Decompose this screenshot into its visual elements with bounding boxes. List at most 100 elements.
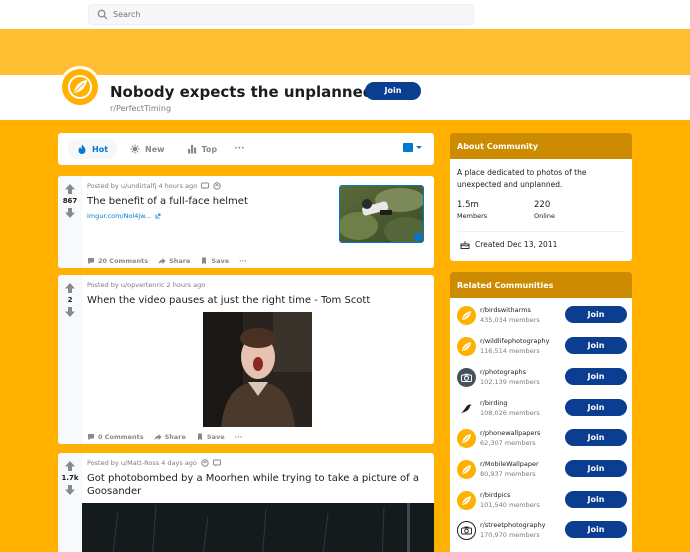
post-meta: Posted by u/Matt-Ross 4 days ago: [87, 459, 428, 467]
photo-image: [82, 503, 434, 552]
save-label: Save: [211, 257, 230, 265]
upvote-icon[interactable]: [64, 183, 76, 195]
vote-column: 2: [58, 275, 82, 444]
upvote-icon[interactable]: [64, 282, 76, 294]
related-community-item[interactable]: r/birdpics 101,540 members Join: [450, 486, 632, 517]
search-bar[interactable]: [88, 4, 474, 25]
comments-button[interactable]: 20 Comments: [87, 257, 148, 265]
related-community-item[interactable]: r/streetphotography 170,970 members Join: [450, 516, 632, 547]
comments-label: 0 Comments: [98, 433, 144, 441]
comment-icon: [88, 434, 94, 441]
post-title[interactable]: Got photobombed by a Moorhen while tryin…: [87, 472, 428, 498]
post-meta-text: Posted by u/opvertenric 2 hours ago: [87, 281, 206, 289]
community-name[interactable]: r/streetphotography: [480, 521, 546, 529]
post-card[interactable]: 867 Posted by u/undirtalfj 4 hours ago T…: [58, 176, 434, 268]
related-community-item[interactable]: r/phonewallpapers 62,307 members Join: [450, 424, 632, 455]
share-button[interactable]: Share: [154, 433, 186, 441]
tab-hot[interactable]: Hot: [68, 139, 118, 159]
view-toggle[interactable]: [403, 143, 422, 152]
thumbnail-image: [340, 186, 423, 242]
related-community-item[interactable]: r/wildlifephotography 116,514 members Jo…: [450, 332, 632, 363]
search-input[interactable]: [113, 10, 453, 19]
join-button[interactable]: Join: [565, 491, 627, 508]
tab-top[interactable]: Top: [178, 139, 227, 159]
join-button[interactable]: Join: [565, 306, 627, 323]
bookmark-icon: [197, 433, 202, 441]
leaf-icon: [68, 75, 92, 99]
leaf-icon: [457, 306, 476, 325]
downvote-icon[interactable]: [64, 484, 76, 496]
leaf-icon: [457, 429, 476, 448]
community-name[interactable]: r/photographs: [480, 368, 526, 376]
save-button[interactable]: Save: [196, 433, 225, 441]
join-button[interactable]: Join: [565, 460, 627, 477]
related-community-item[interactable]: r/MobileWallpaper 80,937 members Join: [450, 455, 632, 486]
community-name: r/PerfectTiming: [110, 104, 172, 113]
about-heading: About Community: [450, 133, 632, 159]
join-button[interactable]: Join: [365, 82, 421, 100]
leaf-icon: [457, 337, 476, 356]
about-community-card: About Community A place dedicated to pho…: [450, 133, 632, 261]
tab-new[interactable]: New: [121, 139, 174, 159]
post-thumbnail[interactable]: [339, 185, 424, 243]
community-banner: [0, 29, 690, 75]
share-button[interactable]: Share: [158, 257, 190, 265]
post-body: Posted by u/Matt-Ross 4 days ago Got pho…: [82, 453, 434, 552]
vote-count: 2: [67, 296, 73, 304]
top-header: [0, 0, 690, 29]
community-members: 62,307 members: [480, 439, 536, 447]
join-button[interactable]: Join: [565, 429, 627, 446]
post-actions: 20 Comments Share Save ···: [87, 257, 257, 265]
community-name[interactable]: r/birdswitharms: [480, 306, 531, 314]
page-title: Nobody expects the unplanned: [110, 83, 374, 101]
more-options-button[interactable]: ···: [235, 433, 242, 441]
created-text: Created Dec 13, 2011: [475, 240, 558, 249]
vote-column: 1.7k: [58, 453, 82, 552]
vote-count: 867: [62, 197, 78, 205]
community-members: 116,514 members: [480, 347, 540, 355]
community-name[interactable]: r/phonewallpapers: [480, 429, 540, 437]
join-button[interactable]: Join: [565, 521, 627, 538]
sparkle-icon: [130, 144, 140, 154]
community-header: Nobody expects the unplanned r/PerfectTi…: [0, 66, 690, 120]
post-card[interactable]: 1.7k Posted by u/Matt-Ross 4 days ago Go…: [58, 453, 434, 552]
more-options-button[interactable]: ···: [239, 257, 246, 265]
post-title[interactable]: When the video pauses at just the right …: [87, 294, 428, 307]
post-card[interactable]: 2 Posted by u/opvertenric 2 hours ago Wh…: [58, 275, 434, 444]
members-label: Members: [457, 212, 488, 220]
related-community-item[interactable]: r/birding 108,026 members Join: [450, 394, 632, 425]
members-count: 1.5m: [457, 200, 479, 210]
bird-icon: [457, 399, 476, 418]
join-button[interactable]: Join: [565, 368, 627, 385]
tab-top-label: Top: [201, 144, 218, 154]
leaf-icon: [457, 491, 476, 510]
downvote-icon[interactable]: [64, 306, 76, 318]
sort-more-button[interactable]: ···: [234, 144, 244, 154]
post-image[interactable]: [82, 503, 434, 552]
community-name[interactable]: r/wildlifephotography: [480, 337, 549, 345]
community-name[interactable]: r/birdpics: [480, 491, 510, 499]
award-icon: [201, 459, 209, 467]
tab-new-label: New: [145, 144, 165, 154]
downvote-icon[interactable]: [64, 207, 76, 219]
online-count: 220: [534, 200, 551, 210]
street-camera-icon: [457, 521, 476, 540]
upvote-icon[interactable]: [64, 460, 76, 472]
community-name[interactable]: r/MobileWallpaper: [480, 460, 539, 468]
comments-button[interactable]: 0 Comments: [87, 433, 144, 441]
join-button[interactable]: Join: [565, 399, 627, 416]
video-frame-image: [203, 312, 312, 427]
community-members: 435,034 members: [480, 316, 540, 324]
share-icon: [154, 434, 162, 440]
vote-count: 1.7k: [61, 474, 79, 482]
members-stat: 1.5m Members: [457, 200, 534, 220]
search-icon: [97, 9, 108, 20]
community-avatar: [59, 66, 101, 108]
save-button[interactable]: Save: [200, 257, 229, 265]
related-community-item[interactable]: r/photographs 102,139 members Join: [450, 363, 632, 394]
related-community-item[interactable]: r/birdswitharms 435,034 members Join: [450, 301, 632, 332]
community-name[interactable]: r/birding: [480, 399, 508, 407]
post-image[interactable]: [203, 312, 312, 427]
join-button[interactable]: Join: [565, 337, 627, 354]
community-members: 108,026 members: [480, 409, 540, 417]
